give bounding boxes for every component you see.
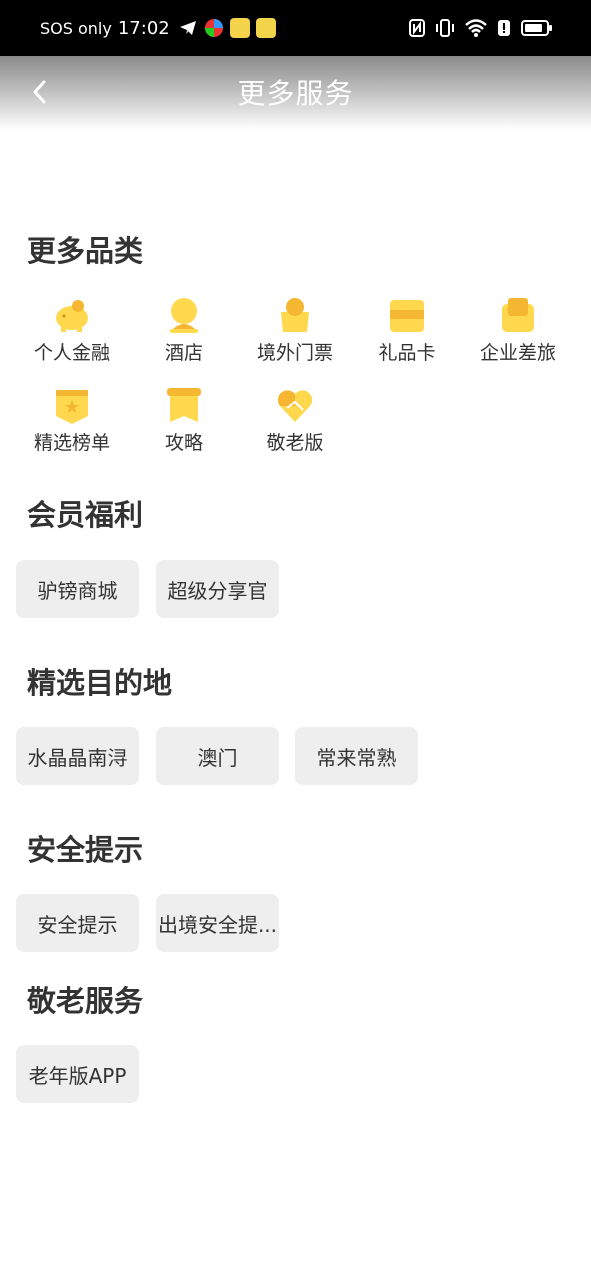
app-icon-3 (255, 18, 276, 38)
clock: 17:02 (117, 17, 170, 39)
category-item-guide[interactable]: 攻略 (128, 386, 240, 455)
section-title-safety: 安全提示 (27, 833, 144, 867)
section-title-elder: 敬老服务 (27, 984, 144, 1018)
category-item-overseas-tickets[interactable]: 境外门票 (239, 296, 351, 365)
battery-icon (521, 20, 552, 36)
vibrate-icon (436, 19, 454, 37)
category-item-finance[interactable]: 个人金融 (16, 296, 128, 365)
hotel-icon (170, 298, 198, 333)
chip-safety-tips[interactable]: 安全提示 (16, 894, 139, 952)
piggy-bank-icon (56, 300, 88, 332)
chip-nanxun[interactable]: 水晶晶南浔 (16, 727, 139, 785)
section-title-member: 会员福利 (27, 498, 144, 532)
ranking-icon (56, 390, 88, 424)
section-title-destinations: 精选目的地 (27, 666, 173, 700)
chip-changshu[interactable]: 常来常熟 (295, 727, 418, 785)
category-item-business-travel[interactable]: 企业差旅 (462, 296, 574, 365)
nav-bar: 更多服务 (0, 56, 591, 130)
heart-hands-icon (277, 390, 313, 422)
page-title: 更多服务 (237, 77, 354, 110)
wifi-icon (465, 19, 487, 37)
ticket-bag-icon (281, 298, 309, 332)
nfc-icon (409, 19, 425, 37)
gift-card-icon (390, 300, 424, 332)
app-icon-2 (229, 18, 250, 38)
telegram-icon (179, 21, 196, 35)
chip-elder-app[interactable]: 老年版APP (16, 1045, 139, 1103)
chip-lvbang-mall[interactable]: 驴镑商城 (16, 560, 139, 618)
chip-super-sharer[interactable]: 超级分享官 (156, 560, 279, 618)
chip-outbound-safety[interactable]: 出境安全提... (156, 894, 279, 952)
guide-icon (167, 388, 201, 422)
category-item-hotel[interactable]: 酒店 (128, 296, 240, 365)
alert-icon (498, 20, 510, 36)
category-item-elder-version[interactable]: 敬老版 (239, 386, 351, 455)
carrier-text: SOS only (40, 18, 112, 38)
category-item-gift-card[interactable]: 礼品卡 (351, 296, 463, 365)
chip-macau[interactable]: 澳门 (156, 727, 279, 785)
luggage-icon (502, 298, 534, 332)
app-icon-1 (204, 19, 223, 37)
status-bar: SOS only 17:02 (0, 0, 591, 56)
category-item-ranking[interactable]: 精选榜单 (16, 386, 128, 455)
section-title-categories: 更多品类 (27, 234, 144, 268)
